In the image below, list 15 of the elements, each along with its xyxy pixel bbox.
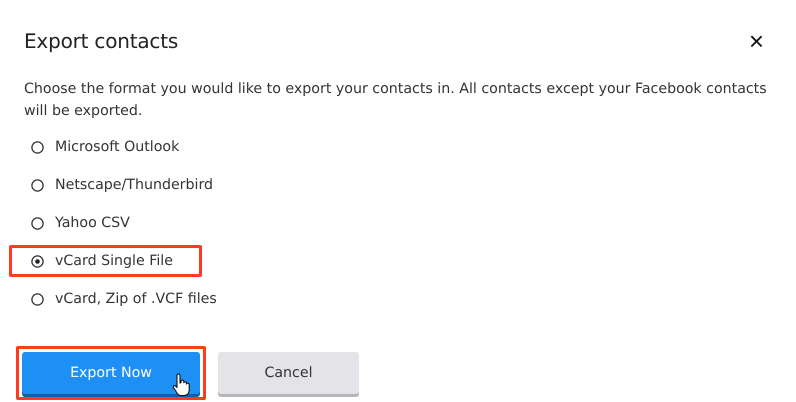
radio-option[interactable]: Netscape/Thunderbird	[9, 169, 242, 201]
description-text: Choose the format you would like to export your contacts in. All contacts except your Facebook contacts will be exported.	[24, 80, 768, 121]
radio-icon	[31, 254, 44, 268]
radio-option[interactable]: vCard, Zip of .VCF files	[9, 283, 246, 315]
dialog-title: Export contacts	[24, 29, 178, 53]
radio-icon	[31, 292, 44, 306]
hand-cursor-icon	[172, 373, 190, 397]
close-button[interactable]: ×	[742, 28, 770, 54]
radio-icon	[31, 178, 44, 192]
radio-option[interactable]: Yahoo CSV	[9, 207, 159, 239]
radio-icon	[31, 216, 44, 230]
radio-icon	[31, 140, 44, 154]
cancel-button[interactable]: Cancel	[218, 352, 359, 394]
radio-option[interactable]: Microsoft Outlook	[9, 131, 208, 163]
radio-option[interactable]: vCard Single File	[9, 245, 202, 277]
